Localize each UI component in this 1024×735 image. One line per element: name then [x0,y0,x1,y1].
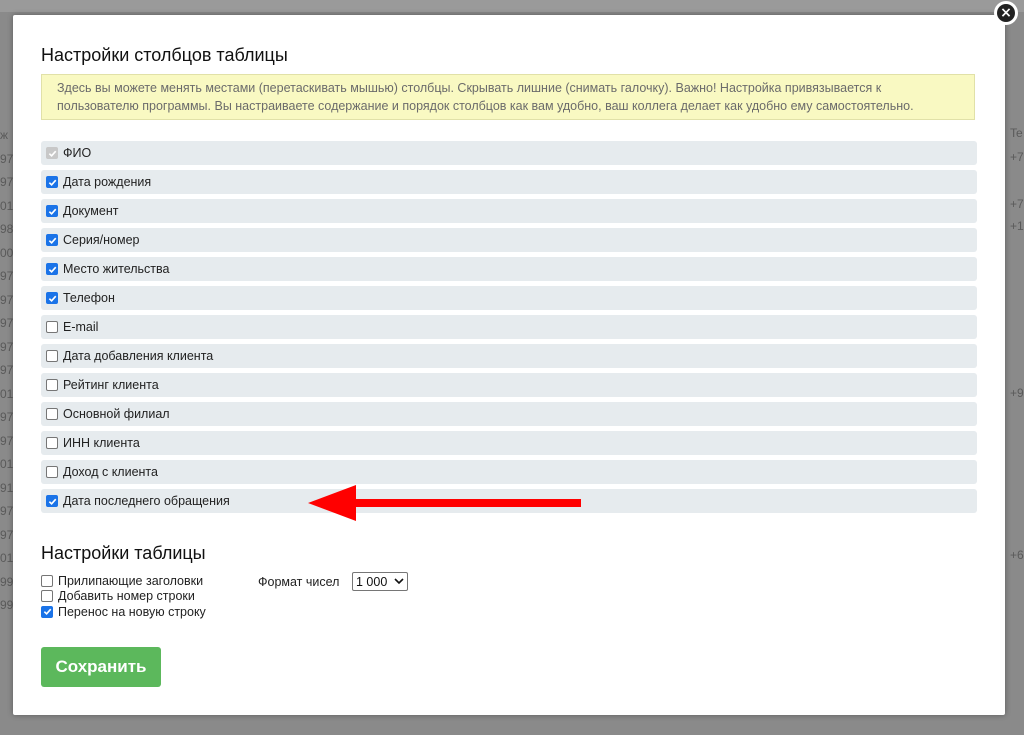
info-notice: Здесь вы можете менять местами (перетаск… [41,74,975,120]
background-fragment: +1 [1010,219,1024,233]
background-fragment: +7 [1010,197,1024,211]
column-row[interactable]: Основной филиал [41,402,977,426]
table-option[interactable]: Добавить номер строки [41,589,206,605]
column-checkbox[interactable] [46,292,58,304]
background-header-strip [0,0,1024,12]
number-format-value: 1 000 [356,574,388,589]
table-option-checkbox[interactable] [41,574,53,587]
column-checkbox[interactable] [46,234,58,246]
column-row[interactable]: ФИО [41,141,977,165]
background-fragment: 97 [0,504,14,518]
column-checkbox[interactable] [46,379,58,391]
background-fragment: 01 [0,386,14,401]
number-format-label: Формат чисел [258,575,340,589]
column-label: Рейтинг клиента [63,378,159,392]
column-checkbox[interactable] [46,495,58,507]
table-option-label: Добавить номер строки [58,589,195,604]
background-fragment: +9 [1010,386,1024,400]
column-row[interactable]: Серия/номер [41,228,977,252]
background-fragment: +6 [1010,548,1024,562]
column-checkbox[interactable] [46,437,58,449]
column-row[interactable]: Доход с клиента [41,460,977,484]
columns-settings-title: Настройки столбцов таблицы [41,45,288,65]
column-settings-modal: Настройки столбцов таблицы Здесь вы може… [13,15,1005,715]
column-checkbox[interactable] [46,350,58,362]
column-label: ИНН клиента [63,436,140,450]
column-row[interactable]: Дата рождения [41,170,977,194]
background-fragment: 99 [0,598,14,612]
column-checkbox[interactable] [46,263,58,275]
table-option-label: Прилипающие заголовки [58,573,204,588]
column-row[interactable]: Рейтинг клиента [41,373,977,397]
background-fragment: 91 [0,480,14,495]
close-icon: × [997,4,1015,22]
background-fragment: 98 [0,222,14,236]
background-fragment: 97 [0,292,14,307]
background-fragment: 97 [0,339,14,354]
background-fragment: 97 [0,151,14,166]
column-label: Место жительства [63,262,170,276]
background-fragment: ж [0,128,9,142]
table-settings-title: Настройки таблицы [41,543,206,563]
background-fragment: 01 [0,457,14,471]
background-fragment: 99 [0,574,14,589]
chevron-down-icon [394,578,404,585]
background-fragment: +7 [1010,150,1024,164]
number-format-select[interactable]: 1 000 [352,572,408,591]
column-label: Телефон [63,291,115,305]
column-checkbox [46,147,58,159]
column-label: Доход с клиента [63,465,158,479]
column-row[interactable]: Место жительства [41,257,977,281]
background-fragment: 01 [0,198,14,213]
background-fragment: 97 [0,527,14,542]
background-fragment: 01 [0,551,14,565]
column-row[interactable]: Телефон [41,286,977,310]
columns-list: ФИО Дата рождения Документ Серия/номер Место… [41,141,977,518]
column-checkbox[interactable] [46,205,58,217]
table-option[interactable]: Прилипающие заголовки [41,573,206,589]
column-label: Дата добавления клиента [63,349,214,363]
background-fragment: 97 [0,410,14,424]
column-label: Документ [63,204,119,218]
column-row[interactable]: Документ [41,199,977,223]
table-option[interactable]: Перенос на новую строку [41,604,206,620]
column-label: E-mail [63,320,99,334]
save-button[interactable]: Сохранить [41,647,161,687]
column-checkbox[interactable] [46,408,58,420]
column-row[interactable]: ИНН клиента [41,431,977,455]
background-fragment: 97 [0,269,14,283]
column-label: Дата последнего обращения [63,494,230,508]
red-arrow-icon [308,485,581,521]
background-fragment: 00 [0,245,14,260]
column-label: Основной филиал [63,407,170,421]
close-button[interactable]: × [994,1,1018,25]
column-checkbox[interactable] [46,466,58,478]
table-option-checkbox[interactable] [41,605,53,618]
table-option-checkbox[interactable] [41,590,53,603]
column-row[interactable]: E-mail [41,315,977,339]
background-fragment: 97 [0,175,14,189]
column-label: Дата рождения [63,175,152,189]
background-fragment: Te [1010,126,1023,140]
background-fragment: 97 [0,363,14,377]
column-checkbox[interactable] [46,176,58,188]
background-fragment: 97 [0,433,14,448]
background-fragment: 97 [0,316,14,330]
table-option-label: Перенос на новую строку [58,604,206,619]
column-row[interactable]: Дата добавления клиента [41,344,977,368]
column-checkbox[interactable] [46,321,58,333]
column-label: Серия/номер [63,233,140,247]
column-label: ФИО [63,146,92,160]
table-options: Прилипающие заголовки Добавить номер стро… [41,573,206,620]
